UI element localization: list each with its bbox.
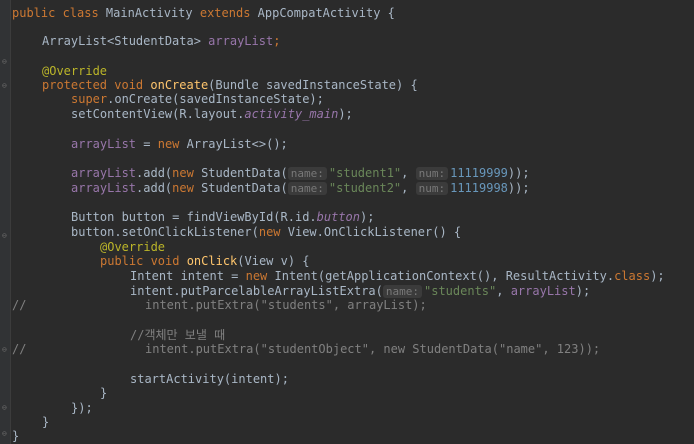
fold-icon[interactable]: ⊖	[2, 82, 9, 90]
commented-code: intent.putExtra("studentObject", new Stu…	[145, 342, 601, 356]
fold-icon[interactable]: ⊖	[2, 346, 9, 354]
code-line: public class MainActivity extends AppCom…	[12, 6, 395, 20]
code-line: setContentView(R.layout.activity_main);	[71, 107, 353, 121]
code-line: }	[100, 386, 108, 400]
code-line: intent.putParcelableArrayListExtra(name:…	[130, 284, 591, 298]
parameter-hint: name:	[287, 167, 327, 180]
comment-marker: //	[12, 298, 27, 312]
code-line: Intent intent = new Intent(getApplicatio…	[130, 269, 665, 283]
code-line: ArrayList<StudentData> arrayList;	[42, 34, 281, 48]
comment-marker: //	[12, 342, 27, 356]
code-line: @Override	[42, 64, 108, 78]
code-line: Button button = findViewById(R.id.button…	[71, 210, 375, 224]
parameter-hint: num:	[415, 182, 449, 195]
code-comment: //객체만 보낼 때	[130, 328, 226, 342]
fold-icon[interactable]: ⊖	[2, 430, 9, 438]
commented-code: intent.putExtra("students", arrayList);	[145, 298, 427, 312]
code-line: arrayList.add(new StudentData(name: "stud…	[71, 166, 530, 180]
fold-icon[interactable]: ⊖	[2, 58, 9, 66]
fold-icon[interactable]: ⊖	[2, 232, 9, 240]
code-line: public void onClick(View v) {	[100, 254, 310, 268]
code-line: }	[42, 415, 50, 429]
parameter-hint: name:	[382, 285, 422, 298]
code-line: super.onCreate(savedInstanceState);	[71, 92, 324, 106]
code-line: @Override	[100, 240, 166, 254]
code-line: arrayList = new ArrayList<>();	[71, 137, 288, 151]
fold-icon[interactable]: ⊖	[2, 404, 9, 412]
code-editor[interactable]: ⊖ ⊖ ⊖ ⊖ ⊖ ⊖ public class MainActivity ex…	[0, 0, 694, 444]
parameter-hint: name:	[287, 182, 327, 195]
editor-gutter	[0, 0, 11, 444]
parameter-hint: num:	[415, 167, 449, 180]
code-line: protected void onCreate(Bundle savedInst…	[42, 78, 418, 92]
code-line: }	[12, 429, 20, 443]
code-line: startActivity(intent);	[130, 372, 289, 386]
code-line: button.setOnClickListener(new View.OnCli…	[71, 225, 462, 239]
code-line: arrayList.add(new StudentData(name: "stud…	[71, 181, 530, 195]
code-line: });	[71, 401, 93, 415]
